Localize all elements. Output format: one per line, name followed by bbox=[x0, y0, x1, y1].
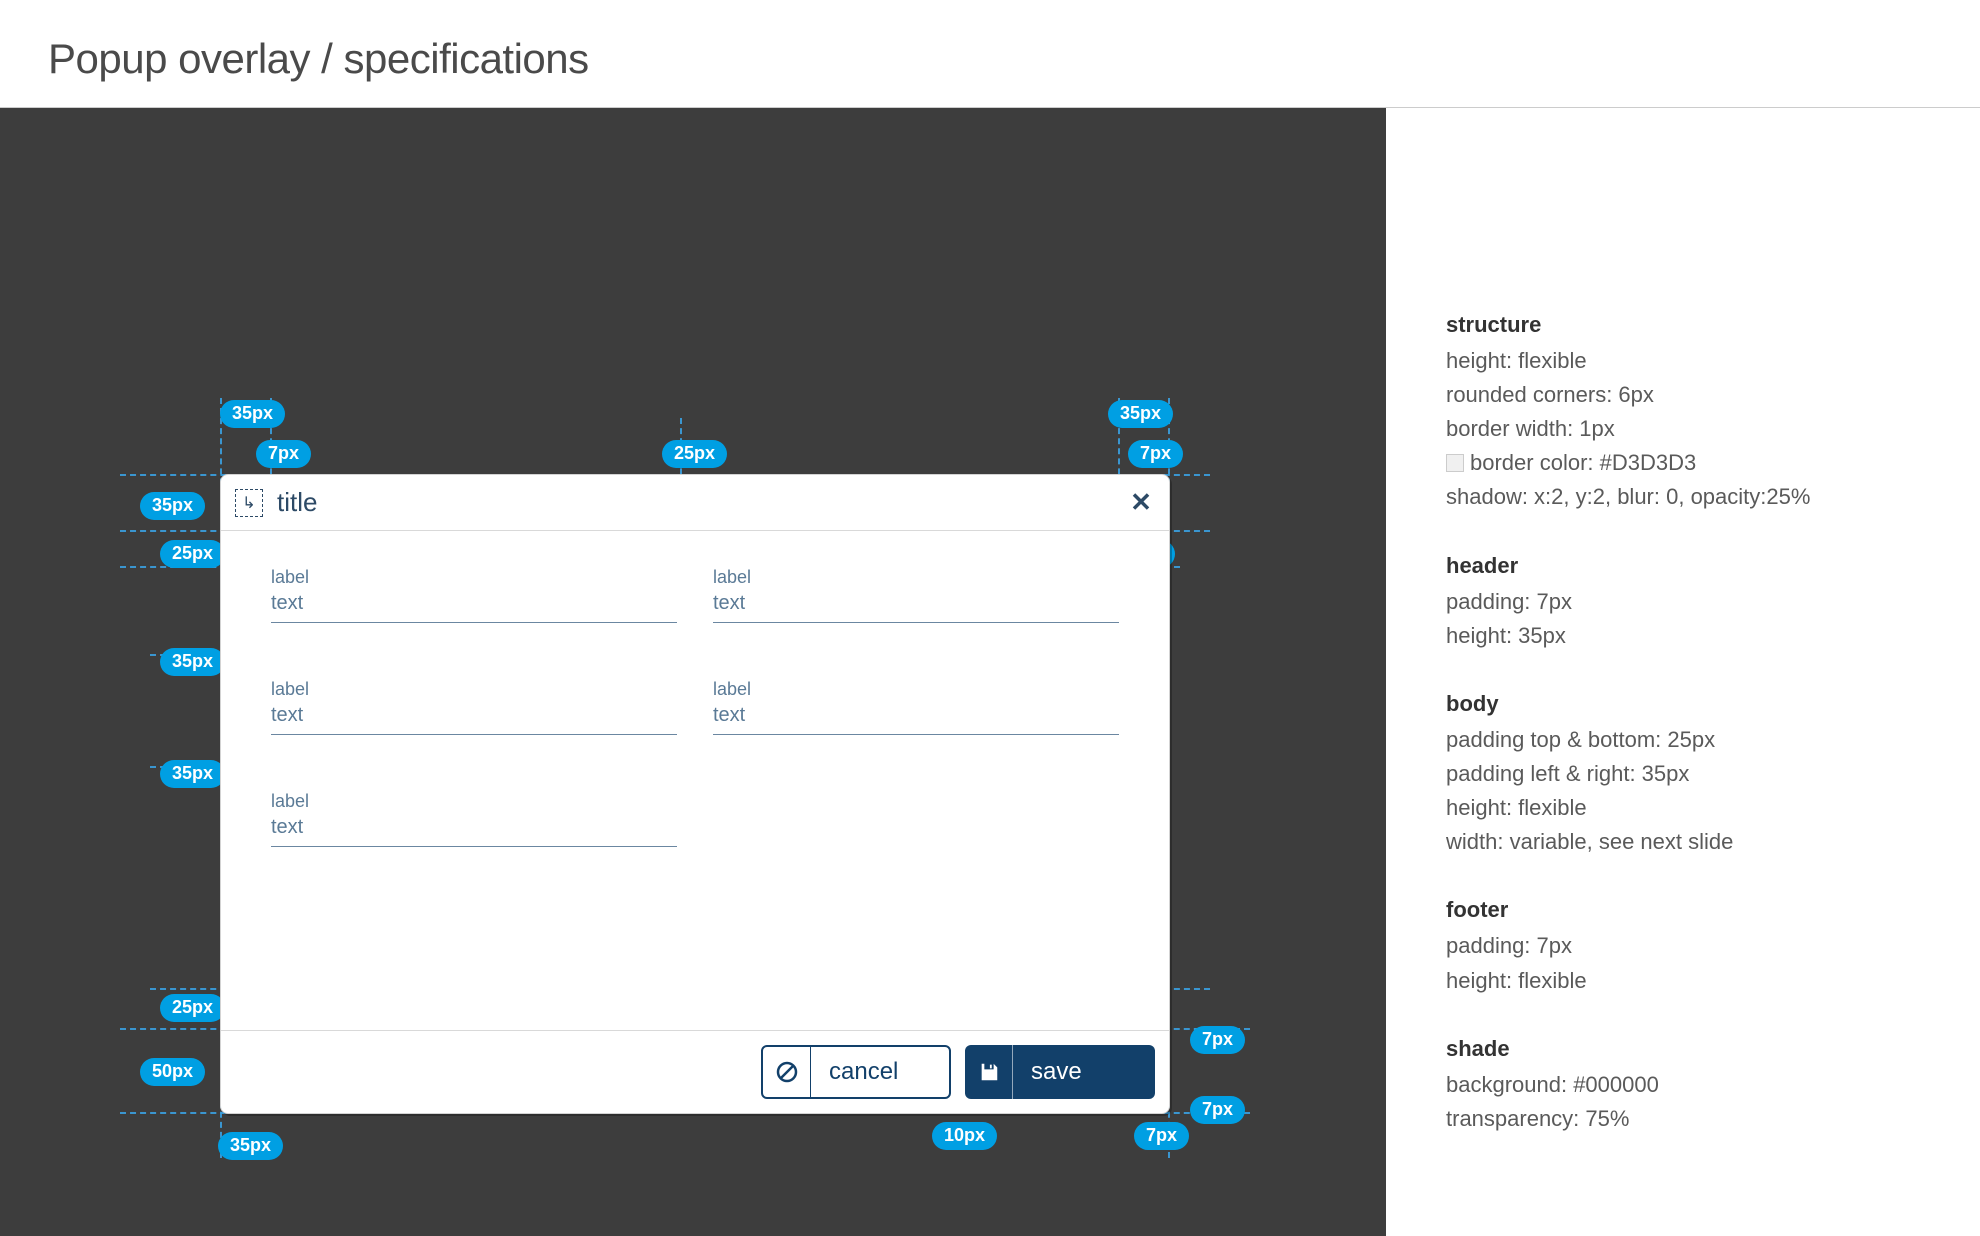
spec-heading: header bbox=[1446, 549, 1920, 583]
color-swatch bbox=[1446, 454, 1464, 472]
popup-header: ↳ title ✕ bbox=[221, 475, 1169, 531]
measure-pill: 7px bbox=[1128, 440, 1183, 468]
spec-footer: footer padding: 7px height: flexible bbox=[1446, 893, 1920, 997]
measure-pill: 10px bbox=[932, 1122, 997, 1150]
field-text: text bbox=[713, 592, 1119, 615]
spec-line: padding top & bottom: 25px bbox=[1446, 723, 1920, 757]
measure-pill: 25px bbox=[662, 440, 727, 468]
field-label: label bbox=[271, 567, 677, 588]
measure-pill: 7px bbox=[1134, 1122, 1189, 1150]
measure-pill: 7px bbox=[1190, 1096, 1245, 1124]
measure-pill: 35px bbox=[218, 1132, 283, 1160]
popup-footer: cancel save bbox=[221, 1031, 1169, 1113]
measure-pill: 25px bbox=[160, 540, 225, 568]
spec-heading: body bbox=[1446, 687, 1920, 721]
measure-pill: 7px bbox=[1190, 1026, 1245, 1054]
spec-line: background: #000000 bbox=[1446, 1068, 1920, 1102]
spec-shade: shade background: #000000 transparency: … bbox=[1446, 1032, 1920, 1136]
spec-line: width: variable, see next slide bbox=[1446, 825, 1920, 859]
spec-line: padding left & right: 35px bbox=[1446, 757, 1920, 791]
field-label: label bbox=[271, 679, 677, 700]
field-text: text bbox=[271, 816, 677, 839]
field-text: text bbox=[713, 704, 1119, 727]
form-field[interactable]: label text bbox=[271, 791, 677, 847]
spec-body: body padding top & bottom: 25px padding … bbox=[1446, 687, 1920, 859]
field-label: label bbox=[713, 679, 1119, 700]
spec-structure: structure height: flexible rounded corne… bbox=[1446, 308, 1920, 515]
spec-heading: shade bbox=[1446, 1032, 1920, 1066]
save-button[interactable]: save bbox=[965, 1045, 1155, 1099]
spec-line: padding: 7px bbox=[1446, 929, 1920, 963]
spec-line: height: 35px bbox=[1446, 619, 1920, 653]
spec-heading: structure bbox=[1446, 308, 1920, 342]
save-icon bbox=[965, 1045, 1013, 1099]
measure-pill: 50px bbox=[140, 1058, 205, 1086]
field-label: label bbox=[713, 567, 1119, 588]
spec-header: header padding: 7px height: 35px bbox=[1446, 549, 1920, 653]
measure-pill: 35px bbox=[140, 492, 205, 520]
spec-canvas: 35px 35px 7px 7px 25px 35px 25px 20px 15… bbox=[0, 108, 1386, 1236]
cancel-label: cancel bbox=[829, 1058, 898, 1086]
spec-line: height: flexible bbox=[1446, 791, 1920, 825]
cancel-icon bbox=[763, 1047, 811, 1097]
measure-pill: 25px bbox=[160, 994, 225, 1022]
form-field[interactable]: label text bbox=[271, 567, 677, 623]
spec-line: shadow: x:2, y:2, blur: 0, opacity:25% bbox=[1446, 480, 1920, 514]
form-field[interactable]: label text bbox=[271, 679, 677, 735]
form-field[interactable]: label text bbox=[713, 567, 1119, 623]
spec-sidebar: structure height: flexible rounded corne… bbox=[1386, 108, 1980, 1236]
spec-line: border width: 1px bbox=[1446, 412, 1920, 446]
field-text: text bbox=[271, 592, 677, 615]
measure-pill: 35px bbox=[160, 760, 225, 788]
save-label: save bbox=[1031, 1058, 1082, 1086]
measure-pill: 35px bbox=[160, 648, 225, 676]
form-field[interactable]: label text bbox=[713, 679, 1119, 735]
popup-title: title bbox=[277, 487, 1127, 518]
page-title: Popup overlay / specifications bbox=[48, 35, 1932, 83]
popup: ↳ title ✕ label text label text bbox=[220, 474, 1170, 1114]
measure-pill: 35px bbox=[220, 400, 285, 428]
spec-line: rounded corners: 6px bbox=[1446, 378, 1920, 412]
field-text: text bbox=[271, 704, 677, 727]
spec-line: transparency: 75% bbox=[1446, 1102, 1920, 1136]
page-header: Popup overlay / specifications bbox=[0, 0, 1980, 108]
popup-icon: ↳ bbox=[235, 489, 263, 517]
spec-heading: footer bbox=[1446, 893, 1920, 927]
spec-line: height: flexible bbox=[1446, 964, 1920, 998]
measure-pill: 7px bbox=[256, 440, 311, 468]
field-label: label bbox=[271, 791, 677, 812]
spec-line: border color: #D3D3D3 bbox=[1446, 446, 1920, 480]
measure-pill: 35px bbox=[1108, 400, 1173, 428]
close-icon[interactable]: ✕ bbox=[1127, 489, 1155, 517]
spec-line: height: flexible bbox=[1446, 344, 1920, 378]
popup-body: label text label text label text bbox=[221, 531, 1169, 1031]
spec-line: padding: 7px bbox=[1446, 585, 1920, 619]
cancel-button[interactable]: cancel bbox=[761, 1045, 951, 1099]
